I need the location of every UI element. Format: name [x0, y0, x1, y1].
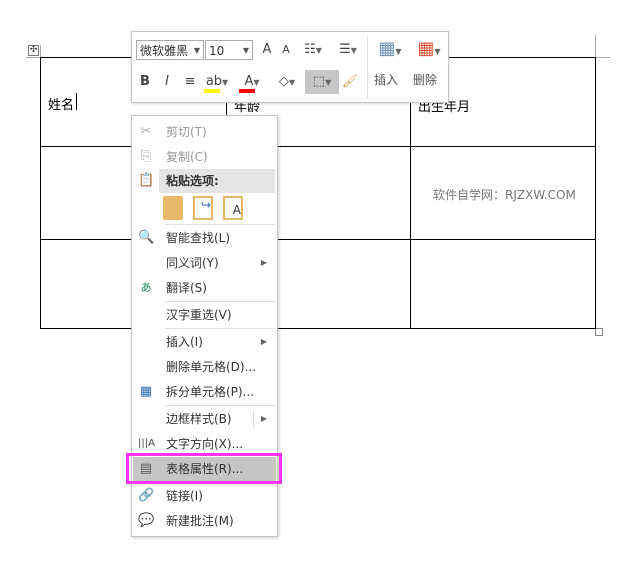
italic-button[interactable]: I	[160, 72, 174, 92]
menu-item-smart-lookup[interactable]: 🔍 智能查找(L)	[133, 226, 276, 250]
highlight-annotation-box	[126, 453, 282, 484]
font-name-box[interactable]: 微软雅黑 ▼	[136, 40, 204, 60]
font-color-button[interactable]: A▼	[237, 72, 267, 93]
menu-item-split-cells[interactable]: ▦ 拆分单元格(P)...	[133, 380, 276, 404]
menu-item-copy[interactable]: ⎘ 复制(C)	[133, 145, 276, 169]
delete-table-button[interactable]: ▦▼	[412, 37, 446, 61]
margin-mark	[595, 35, 610, 58]
menu-item-label: 同义词(Y)	[166, 256, 219, 270]
menu-item-translate[interactable]: あ 翻译(S)	[133, 276, 276, 300]
scissors-icon: ✂	[140, 124, 152, 139]
menu-item-insert[interactable]: 插入(I) ▶	[133, 330, 276, 354]
menu-item-label: 插入(I)	[166, 335, 203, 349]
highlight-color-bar	[204, 89, 220, 93]
borders-button[interactable]: ⬚▼	[305, 70, 339, 94]
text-direction-icon: |||A	[138, 438, 155, 449]
insert-table-button[interactable]: ▦▼	[373, 37, 407, 61]
shrink-font-button[interactable]: A	[279, 40, 293, 60]
paste-options-header: 📋 粘贴选项:	[133, 169, 276, 193]
translate-icon: あ	[140, 281, 152, 294]
grow-font-icon: A	[262, 42, 272, 57]
menu-item-label: 翻译(S)	[166, 281, 207, 295]
submenu-arrow-icon: ▶	[260, 258, 267, 267]
menu-item-label: 汉字重选(V)	[166, 308, 232, 322]
menu-item-label: 链接(I)	[166, 489, 203, 503]
menu-item-delete-cells[interactable]: 删除单元格(D)...	[133, 355, 276, 379]
delete-button-label[interactable]: 删除	[410, 70, 440, 90]
smart-lookup-icon: 🔍	[138, 230, 155, 245]
font-color-bar	[239, 89, 255, 93]
menu-item-synonyms[interactable]: 同义词(Y) ▶	[133, 251, 276, 275]
submenu-arrow-icon: ▶	[260, 337, 267, 346]
split-cells-icon: ▦	[139, 384, 153, 399]
menu-item-label: 新建批注(M)	[166, 514, 234, 528]
mini-toolbar: 微软雅黑 ▼ 10 ▼ A A ☷▼ ☰▼ ▦▼ ▦▼ B I ≡ ab▼ A▼ ◇…	[131, 31, 449, 103]
divider	[367, 36, 368, 98]
menu-item-label: 复制(C)	[166, 150, 208, 164]
menu-item-label: 智能查找(L)	[166, 231, 231, 245]
table-cell[interactable]: 姓名	[48, 94, 74, 113]
shading-button[interactable]: ◇▼	[272, 72, 302, 92]
font-name-value: 微软雅黑	[140, 44, 189, 58]
menu-item-hanzi-reselect[interactable]: 汉字重选(V)	[133, 303, 276, 327]
menu-item-border-styles[interactable]: 边框样式(B) ▶	[133, 407, 276, 431]
format-painter-button[interactable]: 🖌	[341, 72, 359, 92]
menu-item-label: 粘贴选项:	[166, 174, 219, 188]
chevron-down-icon: ▼	[193, 46, 200, 55]
insert-button-label[interactable]: 插入	[371, 70, 401, 90]
paste-text-only-icon[interactable]: A	[223, 196, 243, 220]
italic-icon: I	[165, 74, 169, 89]
new-comment-icon: 💬	[138, 513, 155, 528]
highlight-button[interactable]: ab▼	[202, 72, 232, 93]
paste-icon: 📋	[138, 173, 155, 188]
watermark-text: 软件自学网：RJZXW.COM	[433, 188, 576, 202]
menu-item-label: 拆分单元格(P)...	[166, 385, 255, 399]
font-size-value: 10	[209, 44, 225, 58]
copy-icon: ⎘	[140, 149, 152, 164]
menu-item-link[interactable]: 🔗 链接(I)	[133, 484, 276, 508]
menu-item-label: 剪切(T)	[166, 125, 207, 139]
menu-item-new-comment[interactable]: 💬 新建批注(M)	[133, 509, 276, 533]
bold-button[interactable]: B	[138, 72, 152, 92]
bold-icon: B	[140, 74, 150, 89]
menu-item-cut[interactable]: ✂ 剪切(T)	[133, 120, 276, 144]
text-cursor	[76, 93, 77, 110]
paste-keep-source-icon[interactable]	[163, 196, 183, 220]
menu-item-label: 删除单元格(D)...	[166, 360, 257, 374]
bullets-button[interactable]: ☷▼	[298, 40, 328, 60]
table-resize-handle[interactable]	[595, 328, 603, 336]
grow-font-button[interactable]: A	[259, 40, 275, 60]
font-size-box[interactable]: 10 ▼	[205, 40, 253, 60]
submenu-arrow-icon: ▶	[260, 414, 267, 423]
table-move-handle[interactable]: ✣	[28, 45, 39, 56]
menu-item-label: 边框样式(B)	[166, 412, 232, 426]
numbering-button[interactable]: ☰▼	[333, 40, 363, 60]
center-align-button[interactable]: ≡	[182, 72, 198, 92]
shrink-font-icon: A	[282, 43, 290, 56]
paste-merge-format-icon[interactable]: ↪	[193, 196, 213, 220]
link-icon: 🔗	[138, 488, 155, 503]
chevron-down-icon: ▼	[242, 46, 249, 55]
